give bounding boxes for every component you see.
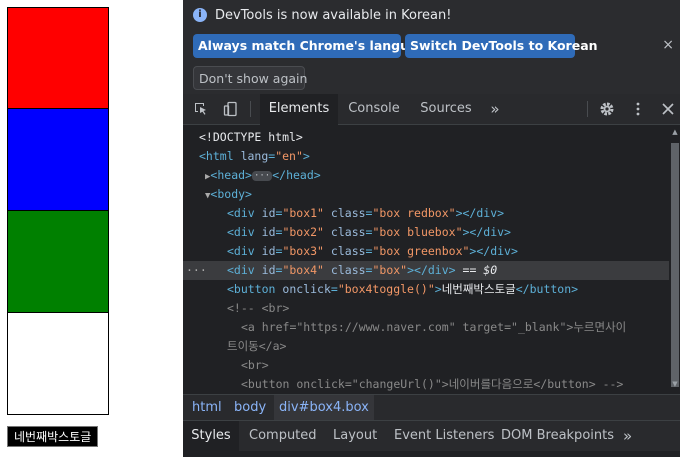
breadcrumb-div-box4[interactable]: div#box4.box	[274, 395, 374, 420]
elements-dom-tree[interactable]: <!DOCTYPE html> <html lang="en"> ▶<head> ··…	[183, 125, 680, 393]
close-devtools-icon[interactable]	[660, 101, 676, 117]
switch-to-korean-button[interactable]: Switch DevTools to Korean	[405, 34, 598, 58]
settings-gear-icon[interactable]	[599, 101, 615, 117]
close-icon[interactable]: ×	[662, 37, 674, 53]
green-box	[7, 210, 109, 313]
dom-node-line[interactable]: ▼<body>	[183, 185, 669, 204]
toggle-box4-button[interactable]: 네번째박스토글	[7, 426, 99, 447]
dom-node-line[interactable]: 트이동</a>	[183, 337, 669, 356]
subtab-dom-breakpoints[interactable]: DOM Breakpoints	[501, 421, 614, 451]
styles-subtabs: Styles Computed Layout Event Listeners D…	[183, 420, 680, 451]
dom-node-line[interactable]: <!DOCTYPE html>	[183, 128, 669, 147]
dom-node-line[interactable]: <html lang="en">	[183, 147, 669, 166]
subtab-computed[interactable]: Computed	[249, 421, 317, 451]
subtab-styles[interactable]: Styles	[183, 421, 239, 451]
subtab-event-listeners[interactable]: Event Listeners	[394, 421, 494, 451]
dont-show-again-button[interactable]: Don't show again	[193, 66, 307, 90]
always-match-language-button[interactable]: Always match Chrome's language	[193, 34, 435, 58]
dom-node-line[interactable]: <!-- <br>	[183, 299, 669, 318]
dom-node-line[interactable]: ▶<head> ··· </head>	[183, 166, 669, 185]
more-tabs-icon[interactable]: »	[483, 94, 507, 124]
tab-elements[interactable]: Elements	[260, 94, 338, 126]
language-infobar: i DevTools is now available in Korean! A…	[183, 0, 680, 94]
infobar-message: DevTools is now available in Korean!	[215, 8, 452, 23]
node-actions-icon[interactable]: ···	[186, 261, 207, 280]
scroll-down-arrow-icon[interactable]: ▼	[671, 380, 679, 388]
scrollbar-thumb[interactable]	[671, 143, 679, 387]
toolbar-divider	[587, 101, 588, 117]
dom-tree-scrollbar[interactable]: ▲ ▼	[670, 125, 680, 393]
tab-console[interactable]: Console	[341, 94, 407, 124]
dom-node-line[interactable]: <button onclick="changeUrl()">네이버를다음으로</…	[183, 375, 669, 393]
device-toolbar-icon[interactable]	[223, 101, 239, 117]
blue-box	[7, 108, 109, 211]
toolbar-divider	[250, 101, 251, 117]
box4-white-box	[7, 312, 109, 415]
more-subtabs-icon[interactable]: »	[623, 421, 632, 451]
dom-node-line[interactable]: <div id="box1" class="box redbox"></div>	[183, 204, 669, 223]
dom-node-line[interactable]: <a href="https://www.naver.com" target="…	[183, 318, 669, 337]
subtab-layout[interactable]: Layout	[333, 421, 377, 451]
tab-sources[interactable]: Sources	[413, 94, 479, 124]
inspect-element-icon[interactable]	[193, 101, 209, 117]
dom-node-line[interactable]: <button onclick="box4toggle()">네번째박스토글</…	[183, 280, 669, 299]
info-icon: i	[193, 8, 207, 22]
red-box	[7, 7, 109, 109]
dom-node-line[interactable]: <div id="box2" class="box bluebox"></div…	[183, 223, 669, 242]
page-viewport: 네번째박스토글	[0, 0, 183, 457]
devtools-panel: i DevTools is now available in Korean! A…	[183, 0, 680, 457]
breadcrumb-html[interactable]: html	[192, 395, 222, 420]
more-options-icon[interactable]	[630, 101, 646, 117]
dom-node-line[interactable]: <br>	[183, 356, 669, 375]
devtools-toolbar: Elements Console Sources »	[183, 94, 680, 126]
breadcrumb-body[interactable]: body	[234, 395, 266, 420]
dom-node-selected[interactable]: <div id="box4" class="box"></div> == $0 ·…	[183, 261, 669, 280]
scroll-up-arrow-icon[interactable]: ▲	[671, 128, 679, 136]
breadcrumb: html body div#box4.box	[183, 394, 680, 420]
dom-node-line[interactable]: <div id="box3" class="box greenbox"></di…	[183, 242, 669, 261]
